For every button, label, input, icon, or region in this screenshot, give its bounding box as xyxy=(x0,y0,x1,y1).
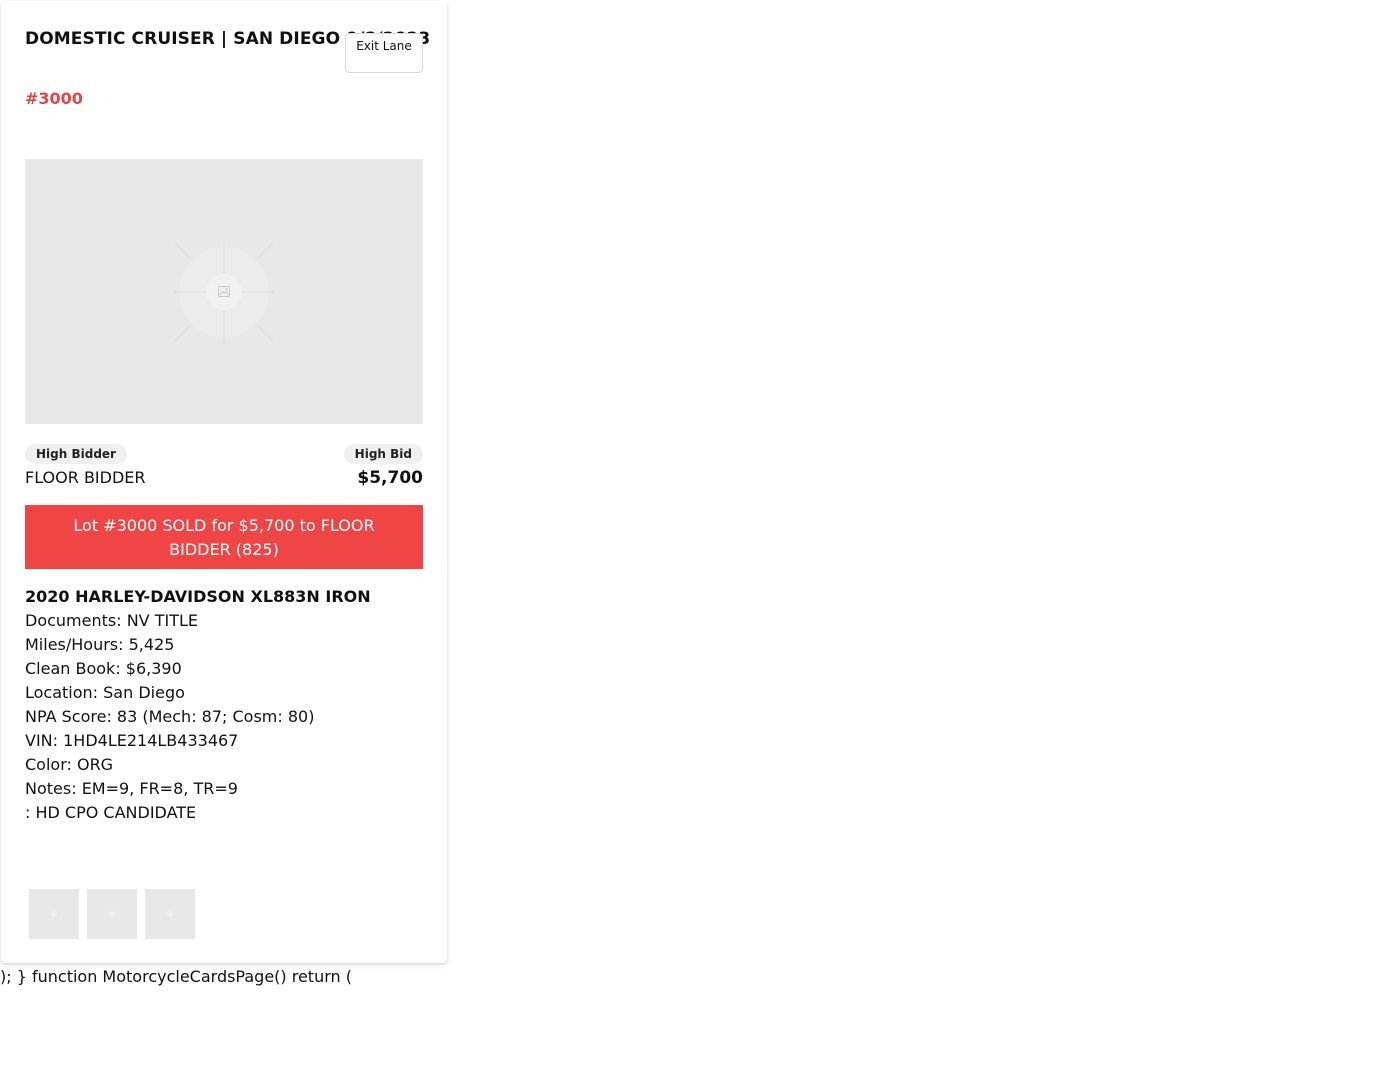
detail-line: VIN: 1HD4LE214LB433467 xyxy=(25,731,239,750)
bid-info: High Bidder High Bid FLOOR BIDDER $5,700 xyxy=(25,444,423,490)
detail-line: Documents: NV TITLE xyxy=(25,611,198,630)
vehicle-title: 2020 HARLEY-DAVIDSON XL883N IRON xyxy=(25,587,371,606)
high-bidder-value: FLOOR BIDDER xyxy=(25,468,146,487)
card-header: DOMESTIC CRUISER | SAN DIEGO 9/8/2023 #3… xyxy=(25,25,431,115)
lot-card: DOMESTIC CRUISER | SAN DIEGO 9/8/2023 #3… xyxy=(1,1,447,963)
thumbnail[interactable] xyxy=(87,889,137,939)
detail-line: Location: San Diego xyxy=(25,683,185,702)
detail-line: Clean Book: $6,390 xyxy=(25,659,182,678)
thumbnail-placeholder-icon xyxy=(51,911,57,917)
detail-line: Miles/Hours: 5,425 xyxy=(25,635,175,654)
thumbnail-placeholder-icon xyxy=(109,911,115,917)
stray-code-text: ); } function MotorcycleCardsPage() retu… xyxy=(0,967,352,986)
detail-line: Notes: EM=9, FR=8, TR=9 xyxy=(25,779,238,798)
vehicle-details: 2020 HARLEY-DAVIDSON XL883N IRON Documen… xyxy=(25,585,423,825)
lane-title: DOMESTIC CRUISER | SAN DIEGO 9/8/2023 xyxy=(25,29,431,49)
detail-line: Color: ORG xyxy=(25,755,114,774)
image-placeholder-icon xyxy=(173,241,275,344)
high-bid-value: $5,700 xyxy=(357,468,423,488)
detail-line: : HD CPO CANDIDATE xyxy=(25,803,197,822)
exit-lane-button[interactable]: Exit Lane xyxy=(345,33,423,73)
high-bidder-label: High Bidder xyxy=(25,444,127,464)
high-bid-label: High Bid xyxy=(343,444,423,464)
lot-number: #3000 xyxy=(25,89,83,108)
sold-banner: Lot #3000 SOLD for $5,700 to FLOOR BIDDE… xyxy=(25,505,423,569)
vehicle-image-placeholder xyxy=(25,159,423,424)
thumbnail[interactable] xyxy=(145,889,195,939)
thumbnail-placeholder-icon xyxy=(167,911,173,917)
thumbnail[interactable] xyxy=(29,889,79,939)
detail-line: NPA Score: 83 (Mech: 87; Cosm: 80) xyxy=(25,707,315,726)
